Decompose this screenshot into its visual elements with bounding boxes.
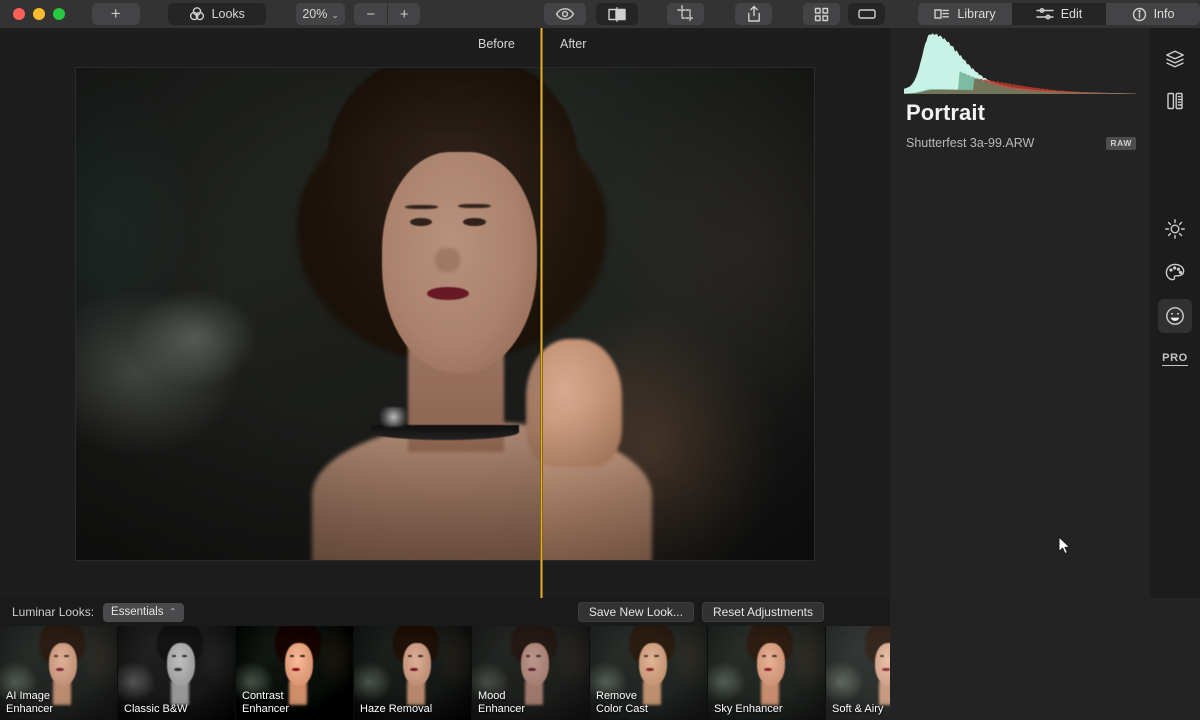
- venn-circles-icon: [189, 6, 205, 22]
- looks-collection-dropdown[interactable]: Essentials ⌃: [103, 603, 184, 622]
- before-after-labels: Before After: [0, 28, 890, 60]
- looks-action-buttons: Save New Look... Reset Adjustments: [578, 602, 890, 622]
- tab-info-label: Info: [1154, 7, 1175, 21]
- info-circle-icon: [1132, 7, 1147, 22]
- canvas-tools-icon[interactable]: [1158, 84, 1192, 118]
- pro-label-icon[interactable]: PRO: [1158, 342, 1192, 376]
- single-view-button[interactable]: [848, 3, 885, 25]
- add-image-button[interactable]: +: [92, 3, 140, 25]
- titlebar: + Looks 20% ⌄ − +: [0, 0, 1200, 28]
- crop-icon: [677, 5, 695, 23]
- file-name-label: Shutterfest 3a-99.ARW: [906, 136, 1034, 150]
- histogram: [904, 32, 1136, 94]
- eye-icon: [555, 7, 575, 21]
- share-export-button[interactable]: [735, 3, 772, 25]
- look-thumbnail[interactable]: ContrastEnhancer: [236, 626, 353, 720]
- mouse-pointer: [1058, 536, 1072, 556]
- look-thumbnail[interactable]: Classic B&W: [118, 626, 235, 720]
- look-thumbnail-label: AI ImageEnhancer: [6, 690, 113, 716]
- look-thumbnail[interactable]: RemoveColor Cast: [590, 626, 707, 720]
- tab-edit[interactable]: Edit: [1012, 3, 1106, 25]
- reset-adjustments-button[interactable]: Reset Adjustments: [702, 602, 824, 622]
- look-thumbnail-label: MoodEnhancer: [478, 690, 585, 716]
- zoom-level-dropdown[interactable]: 20% ⌄: [296, 3, 345, 25]
- before-after-divider-handle[interactable]: [540, 28, 543, 598]
- preview-eye-button[interactable]: [544, 3, 586, 25]
- zoom-out-label: −: [366, 6, 375, 23]
- look-thumbnail-label: ContrastEnhancer: [242, 690, 349, 716]
- before-label: Before: [478, 37, 515, 51]
- look-thumbnail-label: RemoveColor Cast: [596, 690, 703, 716]
- sliders-icon: [1036, 7, 1054, 21]
- looks-collection-value: Essentials: [111, 606, 163, 618]
- view-toggle-group: [544, 3, 638, 25]
- look-thumbnail-label: Classic B&W: [124, 703, 231, 716]
- look-thumbnail[interactable]: AI ImageEnhancer: [0, 626, 117, 720]
- before-after-split-icon: [607, 7, 627, 22]
- luminar-app-window: + Looks 20% ⌄ − +: [0, 0, 1200, 720]
- looks-filmstrip[interactable]: AI ImageEnhancer Classic B&W ContrastEnhan…: [0, 626, 890, 720]
- tab-library[interactable]: Library: [918, 3, 1012, 25]
- single-view-icon: [857, 7, 877, 21]
- add-image-label: +: [111, 4, 121, 24]
- look-thumbnail-label: Sky Enhancer: [714, 703, 821, 716]
- compare-split-button[interactable]: [596, 3, 638, 25]
- look-thumbnail[interactable]: Soft & Airy: [826, 626, 890, 720]
- raw-badge: RAW: [1106, 137, 1136, 150]
- tab-edit-label: Edit: [1061, 7, 1083, 21]
- share-export-icon: [746, 5, 762, 23]
- minimize-window-button[interactable]: [33, 8, 45, 20]
- page-title: Portrait: [906, 100, 1136, 126]
- portrait-face-icon[interactable]: [1158, 299, 1192, 333]
- look-thumbnail-label: Haze Removal: [360, 703, 467, 716]
- tab-info[interactable]: Info: [1106, 3, 1200, 25]
- light-sun-icon[interactable]: [1158, 212, 1192, 246]
- luminar-looks-bar: Luminar Looks: Essentials ⌃ Save New Loo…: [0, 598, 890, 626]
- library-icon: [934, 7, 950, 21]
- file-row: Shutterfest 3a-99.ARW RAW: [906, 136, 1136, 150]
- luminar-looks-label: Luminar Looks:: [12, 605, 94, 619]
- zoom-in-label: +: [400, 6, 409, 23]
- pro-label: PRO: [1162, 352, 1188, 366]
- grid-view-button[interactable]: [803, 3, 840, 25]
- chevron-down-icon: ⌄: [331, 10, 339, 21]
- crop-button[interactable]: [667, 3, 704, 25]
- chevron-up-icon: ⌃: [169, 607, 176, 616]
- look-thumbnail[interactable]: Sky Enhancer: [708, 626, 825, 720]
- look-thumbnail[interactable]: MoodEnhancer: [472, 626, 589, 720]
- grid-view-icon: [814, 7, 829, 22]
- image-canvas[interactable]: Before After: [0, 28, 890, 598]
- zoom-out-button[interactable]: −: [354, 3, 387, 25]
- panel-bottom-filler: [890, 598, 1200, 720]
- zoom-level-value: 20%: [302, 7, 327, 21]
- look-thumbnail-label: Soft & Airy: [832, 703, 890, 716]
- save-new-look-button[interactable]: Save New Look...: [578, 602, 694, 622]
- maximize-window-button[interactable]: [53, 8, 65, 20]
- before-side-overlay: [76, 68, 540, 560]
- window-controls: [0, 8, 65, 20]
- save-new-look-label: Save New Look...: [589, 605, 683, 619]
- mode-tabs: Library Edit Info: [918, 3, 1200, 25]
- tab-library-label: Library: [957, 7, 995, 21]
- close-window-button[interactable]: [13, 8, 25, 20]
- look-thumbnail[interactable]: Haze Removal: [354, 626, 471, 720]
- looks-label: Looks: [212, 7, 245, 21]
- layers-icon[interactable]: [1158, 42, 1192, 76]
- document-title-block: Portrait Shutterfest 3a-99.ARW RAW: [906, 100, 1136, 150]
- zoom-stepper: − +: [354, 3, 420, 25]
- zoom-in-button[interactable]: +: [387, 3, 420, 25]
- after-label: After: [560, 37, 586, 51]
- color-palette-icon[interactable]: [1158, 256, 1192, 290]
- reset-adjustments-label: Reset Adjustments: [713, 605, 813, 619]
- looks-button[interactable]: Looks: [168, 3, 267, 25]
- photo-preview[interactable]: [76, 68, 814, 560]
